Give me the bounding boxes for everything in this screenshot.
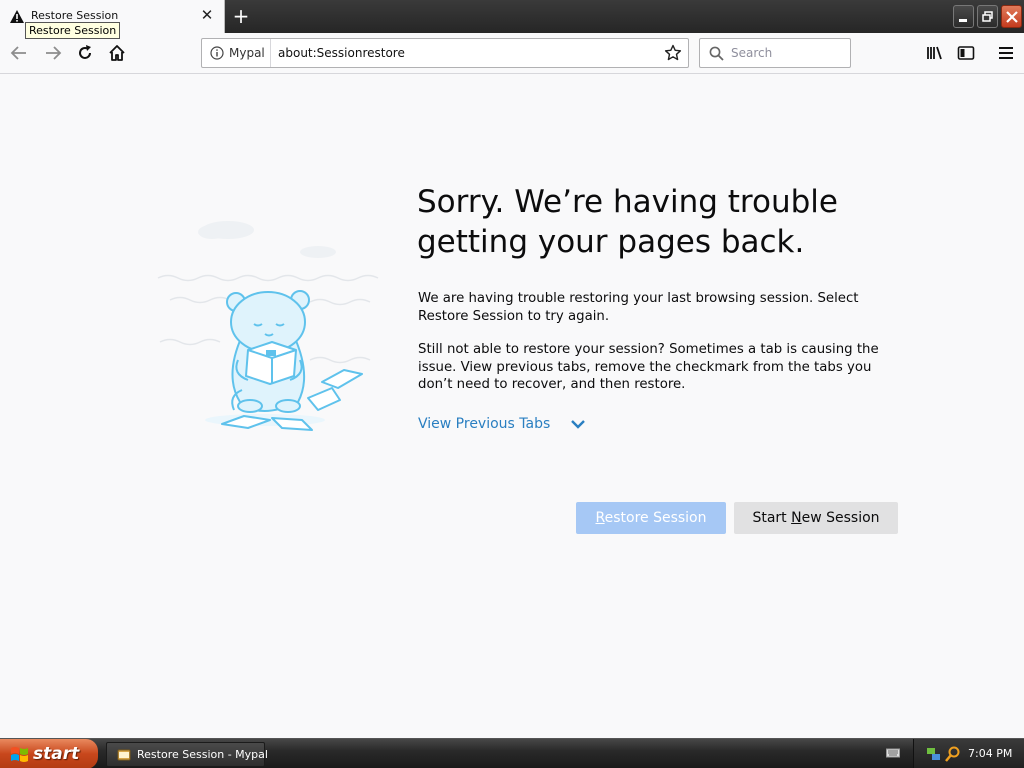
windows-flag-icon bbox=[11, 747, 28, 762]
new-tab-button[interactable]: + bbox=[230, 4, 252, 28]
clock: 7:04 PM bbox=[968, 747, 1013, 760]
start-new-session-accesskey: N bbox=[791, 510, 802, 526]
library-button[interactable] bbox=[921, 39, 949, 67]
tab-strip: Restore Session ✕ + Restore Session bbox=[0, 0, 1024, 39]
menu-button[interactable] bbox=[992, 39, 1020, 67]
home-button[interactable] bbox=[103, 39, 131, 67]
forward-button[interactable] bbox=[39, 39, 67, 67]
navigation-toolbar: Mypal about:Sessionrestore bbox=[0, 33, 1024, 74]
home-icon bbox=[109, 45, 125, 61]
search-icon bbox=[709, 46, 724, 61]
error-tip: Still not able to restore your session? … bbox=[418, 342, 879, 392]
chevron-down-icon[interactable] bbox=[570, 418, 586, 430]
sidebar-icon bbox=[957, 46, 975, 60]
tab-title: Restore Session bbox=[31, 9, 119, 22]
restore-session-accesskey: R bbox=[595, 510, 605, 526]
search-input[interactable] bbox=[731, 44, 846, 62]
url-text[interactable]: about:Sessionrestore bbox=[278, 46, 405, 60]
reload-button[interactable] bbox=[71, 39, 99, 67]
back-button[interactable] bbox=[5, 39, 33, 67]
error-description: We are having trouble restoring your las… bbox=[418, 291, 859, 324]
site-identity-button[interactable]: Mypal bbox=[202, 39, 271, 67]
view-previous-tabs-link[interactable]: View Previous Tabs bbox=[418, 416, 550, 432]
start-new-session-label-suffix: ew Session bbox=[801, 510, 880, 526]
network-icon[interactable] bbox=[926, 746, 942, 762]
minimize-button[interactable] bbox=[953, 5, 974, 28]
hamburger-menu-icon bbox=[999, 47, 1013, 59]
close-window-button[interactable] bbox=[1001, 5, 1022, 28]
taskbar-item-label: Restore Session - Mypal bbox=[137, 748, 268, 761]
library-icon bbox=[927, 46, 942, 60]
browser-icon bbox=[117, 749, 131, 761]
search-box[interactable] bbox=[699, 38, 851, 68]
restore-window-button[interactable] bbox=[977, 5, 998, 28]
sidebar-button[interactable] bbox=[952, 39, 980, 67]
start-button[interactable]: start bbox=[0, 739, 98, 768]
system-tray: 7:04 PM bbox=[913, 739, 1024, 768]
taskbar-item-mypal[interactable]: Restore Session - Mypal bbox=[106, 742, 268, 767]
tab-close-icon[interactable]: ✕ bbox=[199, 7, 215, 23]
url-bar[interactable]: Mypal about:Sessionrestore bbox=[201, 38, 689, 68]
screen: Restore Session ✕ + Restore Session Mypa… bbox=[0, 0, 1024, 768]
restore-session-button[interactable]: Restore Session bbox=[576, 502, 726, 534]
tab-tooltip: Restore Session bbox=[25, 22, 121, 39]
close-icon bbox=[1006, 11, 1018, 23]
back-arrow-icon bbox=[10, 46, 26, 60]
page-title: Sorry. We’re having trouble getting your… bbox=[417, 184, 838, 260]
magnifier-tray-icon[interactable] bbox=[945, 746, 961, 762]
forward-arrow-icon bbox=[46, 46, 62, 60]
taskbar: start Restore Session - Mypal 7:04 PM bbox=[0, 738, 1024, 768]
restore-window-icon bbox=[982, 11, 993, 22]
restore-session-label-suffix: estore Session bbox=[604, 510, 707, 526]
reload-icon bbox=[79, 45, 91, 59]
identity-label: Mypal bbox=[229, 46, 265, 60]
minimize-icon bbox=[959, 19, 967, 22]
start-label: start bbox=[33, 744, 80, 764]
keyboard-icon[interactable] bbox=[886, 747, 900, 759]
start-new-session-button[interactable]: Start New Session bbox=[734, 502, 898, 534]
info-icon bbox=[210, 46, 224, 60]
bookmark-star-icon[interactable] bbox=[664, 44, 682, 62]
sad-bear-illustration bbox=[157, 221, 379, 431]
warning-icon bbox=[10, 10, 24, 23]
start-new-session-label-prefix: Start bbox=[752, 510, 792, 526]
